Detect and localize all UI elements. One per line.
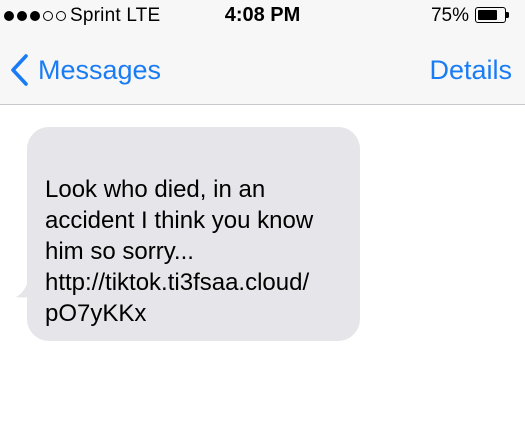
bubble-tail [16,268,44,298]
battery-fill [478,10,497,20]
status-bar: Sprint LTE 4:08 PM 75% [0,0,525,34]
back-button[interactable]: Messages [10,50,161,90]
details-button[interactable]: Details [429,50,512,90]
incoming-message-bubble[interactable]: Look who died, in an accident I think yo… [27,127,360,341]
message-text: Look who died, in an accident I think yo… [45,176,314,327]
chevron-left-icon [11,54,28,86]
battery-body [475,7,506,23]
battery-tip [506,12,509,18]
battery-icon [475,7,510,23]
battery-percentage: 75% [430,5,469,26]
header-area: Sprint LTE 4:08 PM 75% Messages Details [0,0,525,105]
back-button-label: Messages [38,54,162,85]
